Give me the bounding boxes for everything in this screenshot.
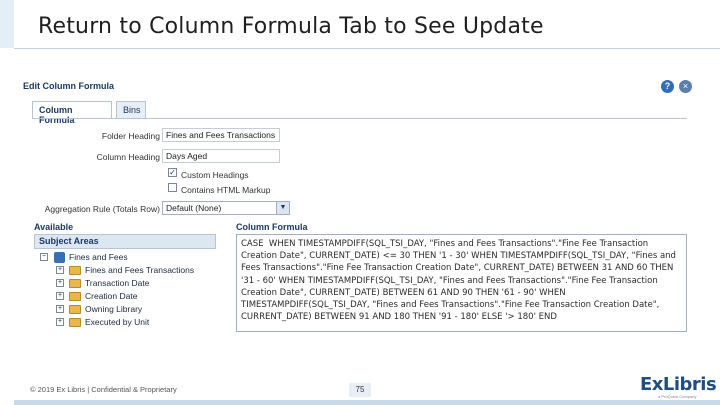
collapse-icon[interactable]: − <box>40 253 48 261</box>
custom-headings-checkbox[interactable]: ✓ <box>168 168 177 177</box>
tab-bins[interactable]: Bins <box>116 101 146 118</box>
aggregation-rule-value: Default (None) <box>166 203 222 213</box>
tree-item-label: Fines and Fees Transactions <box>85 265 195 275</box>
tree-item-label: Creation Date <box>85 291 138 301</box>
column-heading-label: Column Heading <box>96 152 160 162</box>
custom-headings-label: Custom Headings <box>181 170 249 180</box>
dialog-title: Edit Column Formula <box>23 81 114 91</box>
subject-areas-header: Subject Areas <box>34 234 216 249</box>
aggregation-rule-label: Aggregation Rule (Totals Row) <box>44 204 160 214</box>
folder-icon <box>69 318 81 327</box>
subject-areas-tree: − Fines and Fees + Fines and Fees Transa… <box>34 249 216 332</box>
folder-icon <box>69 305 81 314</box>
slide-title: Return to Column Formula Tab to See Upda… <box>38 14 544 39</box>
page-number: 75 <box>349 383 371 397</box>
column-formula-editor[interactable]: CASE WHEN TIMESTAMPDIFF(SQL_TSI_DAY, "Fi… <box>236 234 687 332</box>
available-heading: Available <box>34 222 74 232</box>
expand-icon[interactable]: + <box>56 305 64 313</box>
column-formula-heading: Column Formula <box>236 222 308 232</box>
footer-copyright: © 2019 Ex Libris | Confidential & Propri… <box>30 385 177 394</box>
folder-icon <box>69 279 81 288</box>
close-icon[interactable]: × <box>679 80 692 93</box>
tab-column-formula[interactable]: Column Formula <box>32 101 112 125</box>
dialog-header: Edit Column Formula ? × <box>20 77 700 97</box>
expand-icon[interactable]: + <box>56 318 64 326</box>
exlibris-logo: ExLibris a ProQuest Company <box>632 373 717 401</box>
folder-icon <box>69 266 81 275</box>
tree-item-label: Owning Library <box>85 304 143 314</box>
expand-icon[interactable]: + <box>56 292 64 300</box>
help-icon[interactable]: ? <box>661 80 674 93</box>
tree-item-label: Transaction Date <box>85 278 150 288</box>
folder-heading-label: Folder Heading <box>101 131 160 141</box>
bottom-accent-bar <box>14 400 720 405</box>
html-markup-label: Contains HTML Markup <box>181 185 271 195</box>
database-icon <box>54 252 65 263</box>
aggregation-rule-select[interactable]: Default (None) ▼ <box>162 201 290 215</box>
chevron-down-icon[interactable]: ▼ <box>276 202 289 214</box>
expand-icon[interactable]: + <box>56 266 64 274</box>
tree-item-label: Executed by Unit <box>85 317 150 327</box>
logo-wordmark: ExLibris <box>640 374 717 395</box>
title-divider <box>14 48 720 49</box>
slide-accent-bar <box>0 0 14 48</box>
folder-icon <box>69 292 81 301</box>
folder-heading-field[interactable]: Fines and Fees Transactions <box>162 128 280 142</box>
logo-tagline: a ProQuest Company <box>658 394 697 399</box>
edit-column-formula-dialog: Edit Column Formula ? × Column Formula B… <box>20 77 700 332</box>
html-markup-checkbox[interactable] <box>168 183 177 192</box>
expand-icon[interactable]: + <box>56 279 64 287</box>
column-heading-field[interactable]: Days Aged <box>162 149 280 163</box>
tab-panel-divider <box>32 118 687 119</box>
tree-item-label: Fines and Fees <box>69 252 128 262</box>
